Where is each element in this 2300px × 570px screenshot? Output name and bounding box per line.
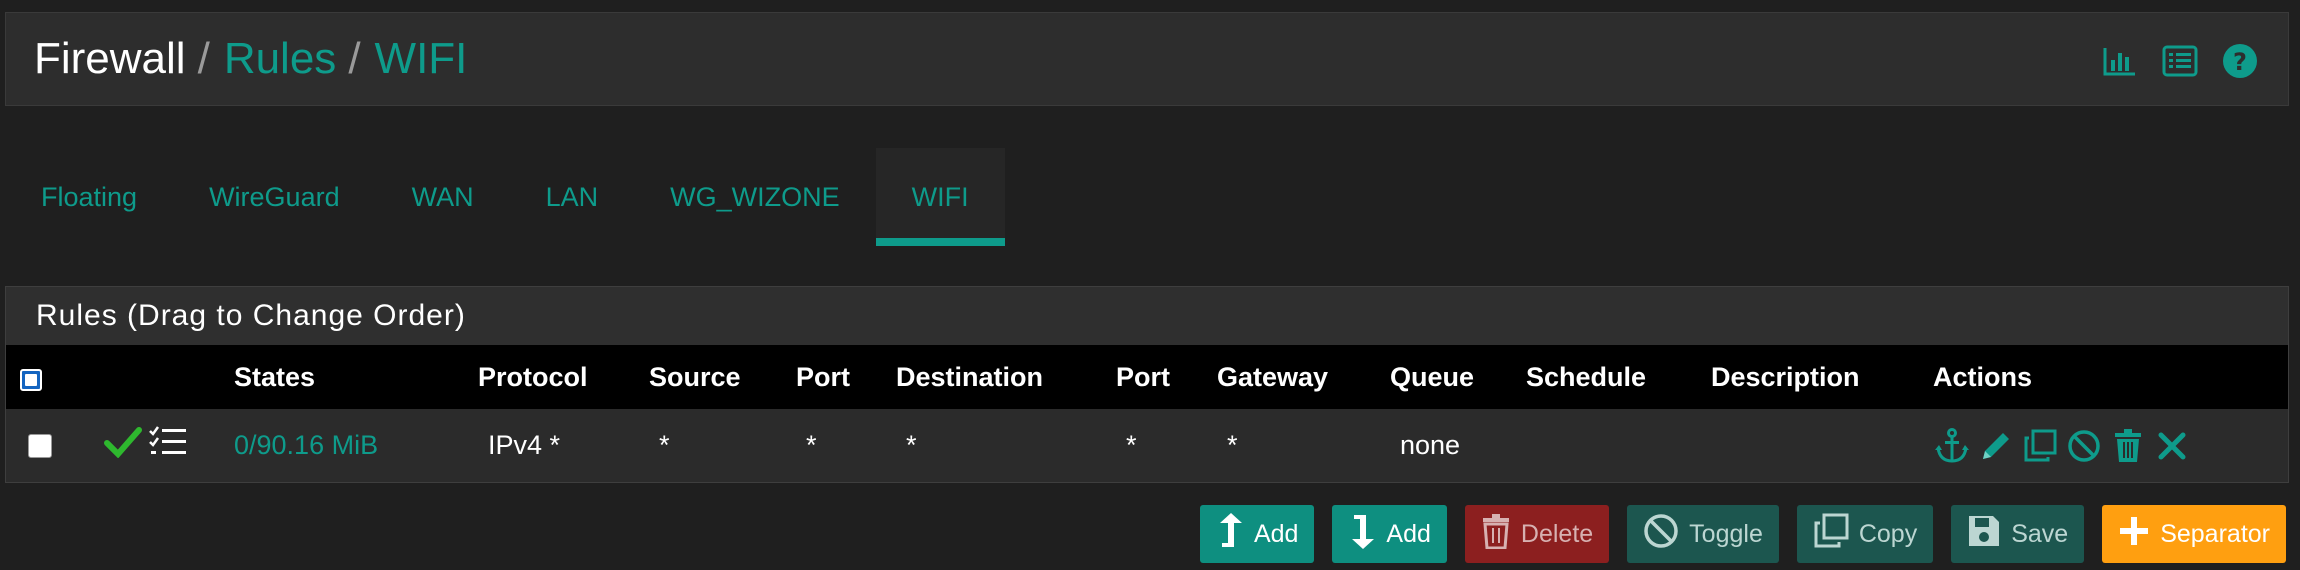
row-destination: * xyxy=(896,409,1116,482)
svg-text:?: ? xyxy=(2233,48,2247,76)
ban-icon xyxy=(1643,513,1679,556)
plus-icon xyxy=(2118,515,2150,554)
states-link[interactable]: 0/90.16 MiB xyxy=(234,430,378,460)
queue-value: none xyxy=(1400,430,1461,460)
anchor-icon[interactable] xyxy=(1933,427,1971,465)
rules-table: States Protocol Source Port Destination … xyxy=(6,345,2288,482)
tab-wifi[interactable]: WIFI xyxy=(875,148,1005,246)
row-source: * xyxy=(649,409,796,482)
column-source: Source xyxy=(649,361,741,392)
add-rule-top-label: Add xyxy=(1253,519,1299,548)
toggle-button[interactable]: Toggle xyxy=(1627,505,1779,563)
header-icons: ? xyxy=(2100,41,2260,81)
protocol-value: IPv4 * xyxy=(488,430,561,460)
delete-button[interactable]: Delete xyxy=(1464,505,1610,563)
tab-wg-wizone[interactable]: WG_WIZONE xyxy=(634,148,876,246)
row-select-cell xyxy=(6,409,96,482)
column-source-port: Port xyxy=(796,361,850,392)
column-states: States xyxy=(234,361,316,392)
copy-button[interactable]: Copy xyxy=(1796,505,1934,563)
row-destination-port: * xyxy=(1116,409,1217,482)
arrow-up-icon xyxy=(1216,511,1244,558)
table-row[interactable]: 0/90.16 MiB IPv4 * * * * * * none xyxy=(6,409,2288,482)
row-schedule xyxy=(1526,409,1711,482)
help-icon[interactable]: ? xyxy=(2220,41,2260,81)
trash-icon[interactable] xyxy=(2109,427,2147,465)
breadcrumb-separator: / xyxy=(197,34,210,83)
column-gateway: Gateway xyxy=(1217,361,1329,392)
list-icon[interactable] xyxy=(2160,41,2200,81)
row-source-port: * xyxy=(796,409,896,482)
destination-port-value: * xyxy=(1126,430,1137,460)
breadcrumb-wifi-link[interactable]: WIFI xyxy=(375,34,468,84)
source-port-value: * xyxy=(806,430,817,460)
row-checkbox[interactable] xyxy=(28,433,52,458)
breadcrumb-firewall: Firewall xyxy=(34,34,186,83)
add-rule-bottom-button[interactable]: Add xyxy=(1332,505,1447,563)
breadcrumb: Firewall / Rules / WIFI xyxy=(34,34,467,84)
save-disk-icon xyxy=(1967,514,2001,555)
breadcrumb-rules-link[interactable]: Rules xyxy=(224,34,337,84)
arrow-down-icon xyxy=(1348,511,1376,558)
add-rule-bottom-label: Add xyxy=(1386,519,1431,548)
row-status-cell xyxy=(96,409,234,482)
copy-rule-icon[interactable] xyxy=(2021,427,2059,465)
column-schedule: Schedule xyxy=(1526,361,1647,392)
row-description xyxy=(1711,409,1933,482)
row-protocol: IPv4 * xyxy=(478,409,649,482)
tab-lan[interactable]: LAN xyxy=(510,148,635,246)
rule-log-list-icon xyxy=(148,425,188,466)
row-gateway: * xyxy=(1217,409,1390,482)
gateway-value: * xyxy=(1227,430,1238,460)
row-actions xyxy=(1933,409,2288,482)
column-destination-port: Port xyxy=(1116,361,1170,392)
copy-icon xyxy=(1813,513,1849,556)
rules-panel-title: Rules (Drag to Change Order) xyxy=(6,287,2288,345)
column-actions: Actions xyxy=(1933,361,2033,392)
status-column-header xyxy=(96,345,234,409)
toggle-label: Toggle xyxy=(1689,519,1763,548)
rule-action-buttons: Add Add Delete Toggle Copy Save Separato… xyxy=(1199,505,2286,563)
tab-floating[interactable]: Floating xyxy=(5,148,173,246)
destination-value: * xyxy=(906,430,917,460)
add-rule-top-button[interactable]: Add xyxy=(1199,505,1315,563)
row-states[interactable]: 0/90.16 MiB xyxy=(234,409,478,482)
column-description: Description xyxy=(1711,361,1860,392)
interface-tabs: Floating WireGuard WAN LAN WG_WIZONE WIF… xyxy=(5,148,1005,246)
add-separator-button[interactable]: Separator xyxy=(2102,505,2286,563)
select-all-checkbox[interactable] xyxy=(20,368,42,391)
edit-pencil-icon[interactable] xyxy=(1977,427,2015,465)
tab-wan[interactable]: WAN xyxy=(376,148,510,246)
separator-label: Separator xyxy=(2160,519,2270,548)
pass-check-icon xyxy=(104,426,142,465)
page-header: Firewall / Rules / WIFI ? xyxy=(5,12,2289,106)
table-header-row: States Protocol Source Port Destination … xyxy=(6,345,2288,409)
column-queue: Queue xyxy=(1390,361,1475,392)
column-protocol: Protocol xyxy=(478,361,588,392)
select-all-cell xyxy=(6,345,96,409)
tab-wireguard[interactable]: WireGuard xyxy=(173,148,376,246)
disable-ban-icon[interactable] xyxy=(2065,427,2103,465)
breadcrumb-separator: / xyxy=(348,34,361,83)
delete-x-icon[interactable] xyxy=(2153,427,2191,465)
source-value: * xyxy=(659,430,670,460)
row-queue: none xyxy=(1390,409,1526,482)
save-button[interactable]: Save xyxy=(1951,505,2085,563)
column-destination: Destination xyxy=(896,361,1044,392)
save-label: Save xyxy=(2011,519,2069,548)
chart-icon[interactable] xyxy=(2100,41,2140,81)
delete-label: Delete xyxy=(1520,519,1594,548)
trash-icon xyxy=(1481,513,1511,556)
copy-label: Copy xyxy=(1858,519,1918,548)
rules-panel: Rules (Drag to Change Order) States Prot… xyxy=(5,286,2289,483)
